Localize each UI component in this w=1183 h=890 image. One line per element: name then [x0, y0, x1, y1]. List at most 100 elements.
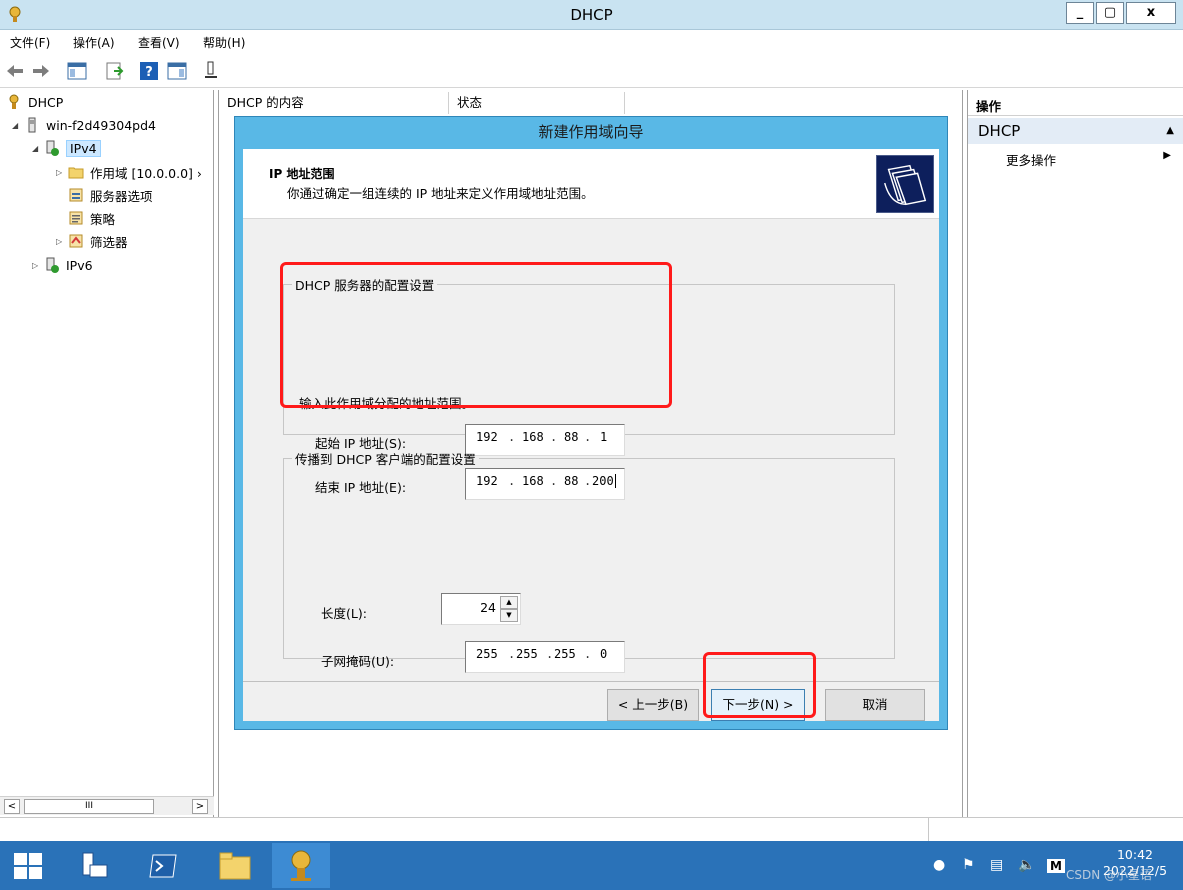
start-ip-octet-4[interactable]: 1 [600, 430, 607, 444]
subnet-mask-input[interactable]: 255 . 255 . 255 . 0 [465, 641, 625, 673]
collapse-triangle-icon[interactable]: ▲ [1166, 125, 1174, 136]
close-button[interactable]: x [1126, 2, 1176, 24]
collapsed-arrow-icon[interactable]: ▷ [56, 237, 68, 246]
svg-text:?: ? [145, 65, 153, 80]
subnet-mask-label: 子网掩码(U): [321, 654, 395, 669]
server-manager-icon [82, 852, 108, 878]
expanded-arrow-icon[interactable]: ◢ [32, 144, 44, 153]
start-ip-octet-3[interactable]: 88 [564, 430, 578, 444]
forward-arrow-icon[interactable] [30, 60, 52, 82]
mask-octet-4[interactable]: 0 [600, 647, 607, 661]
ipv6-icon [46, 257, 59, 273]
column-header-status[interactable]: 状态 [449, 92, 625, 114]
taskbar-server-manager[interactable] [66, 843, 124, 888]
console-tree: DHCP ◢ win-f2d49304pd4 ◢ IPv4 ▷ 作用域 [10.… [0, 90, 214, 817]
tree-label-ipv4: IPv4 [66, 139, 101, 157]
wizard-folders-icon [876, 155, 934, 213]
help-icon[interactable]: ? [138, 60, 160, 82]
submenu-arrow-icon: ▶ [1163, 150, 1171, 161]
expanded-arrow-icon[interactable]: ◢ [12, 121, 24, 130]
cancel-button[interactable]: 取消 [825, 689, 925, 721]
toolbar: ? [0, 54, 1183, 88]
actions-pane: 操作 DHCP ▲ 更多操作 ▶ [967, 90, 1183, 817]
wizard-title: 新建作用域向导 [538, 123, 644, 141]
actions-section-dhcp[interactable]: DHCP ▲ [968, 118, 1183, 144]
spin-down-icon[interactable]: ▼ [500, 609, 518, 622]
network-status-tray-icon[interactable]: ▤ [990, 857, 1003, 873]
show-hide-tree-icon[interactable] [66, 60, 88, 82]
server-options-icon [69, 188, 83, 202]
button-separator [243, 681, 939, 682]
tree-node-policies[interactable]: 策略 [68, 207, 115, 229]
filters-icon [69, 234, 83, 248]
tree-label-dhcp: DHCP [28, 94, 64, 110]
collapsed-arrow-icon[interactable]: ▷ [56, 168, 68, 177]
maximize-button[interactable]: ▢ [1096, 2, 1124, 24]
tree-node-server-options[interactable]: 服务器选项 [68, 184, 153, 206]
tree-label-ipv6: IPv6 [66, 257, 93, 273]
status-bar [0, 817, 1183, 842]
tree-node-filters[interactable]: ▷ 筛选器 [56, 230, 128, 252]
actions-header: 操作 [968, 92, 1183, 116]
taskbar-file-explorer[interactable] [206, 843, 264, 888]
flag-tray-icon[interactable]: ⚑ [962, 857, 975, 873]
spin-up-icon[interactable]: ▲ [500, 596, 518, 609]
scroll-right-icon[interactable]: > [192, 799, 208, 814]
highlight-next-button [703, 652, 816, 718]
back-arrow-icon[interactable] [4, 60, 26, 82]
length-spinner[interactable]: 24 ▲ ▼ [441, 593, 521, 625]
dhcp-taskbar-icon [291, 850, 311, 881]
taskbar: ● ⚑ ▤ 🔈 M 10:42 2022/12/5 CSDN @小星语 [0, 841, 1183, 890]
menu-view[interactable]: 查看(V) [138, 34, 180, 51]
input-method-tray-icon[interactable]: M [1047, 859, 1065, 873]
length-label: 长度(L): [321, 606, 367, 621]
windows-start-icon[interactable] [14, 853, 42, 879]
wizard-body: IP 地址范围 你通过确定一组连续的 IP 地址来定义作用域地址范围。 DHCP… [243, 149, 939, 721]
length-value[interactable]: 24 [480, 600, 496, 615]
tree-label-server-options: 服务器选项 [90, 188, 153, 204]
new-scope-wizard-dialog: 新建作用域向导 IP 地址范围 你通过确定一组连续的 IP 地址来定义作用域地址… [234, 116, 948, 730]
more-actions-item[interactable]: 更多操作 [1006, 150, 1056, 169]
tree-horizontal-scrollbar[interactable]: < III > [0, 796, 214, 815]
dhcp-icon [9, 94, 19, 109]
tree-node-ipv4[interactable]: ◢ IPv4 [32, 137, 101, 159]
tree-node-scope[interactable]: ▷ 作用域 [10.0.0.0] › [56, 161, 202, 183]
server-icon [28, 117, 36, 133]
taskbar-dhcp[interactable] [272, 843, 330, 888]
menu-help[interactable]: 帮助(H) [203, 34, 245, 51]
scroll-left-icon[interactable]: < [4, 799, 20, 814]
client-config-legend: 传播到 DHCP 客户端的配置设置 [295, 452, 476, 467]
server-plug-icon[interactable] [200, 60, 222, 82]
show-action-pane-icon[interactable] [166, 60, 188, 82]
volume-muted-tray-icon[interactable]: 🔈 [1018, 857, 1035, 873]
minimize-button[interactable]: _ [1066, 2, 1094, 24]
network-tray-icon[interactable]: ● [933, 857, 945, 873]
tree-node-ipv6[interactable]: ▷ IPv6 [32, 254, 93, 276]
scroll-thumb[interactable]: III [24, 799, 154, 814]
highlight-ip-range [280, 262, 672, 408]
tree-node-server[interactable]: ◢ win-f2d49304pd4 [12, 114, 156, 136]
menu-bar: 文件(F) 操作(A) 查看(V) 帮助(H) [0, 30, 1183, 54]
status-divider [928, 818, 929, 842]
menu-action[interactable]: 操作(A) [73, 34, 115, 51]
mask-octet-1[interactable]: 255 [476, 647, 498, 661]
wizard-subheading: 你通过确定一组连续的 IP 地址来定义作用域地址范围。 [287, 186, 594, 201]
file-explorer-icon [219, 852, 251, 880]
powershell-icon [149, 854, 177, 878]
mask-octet-3[interactable]: 255 [554, 647, 576, 661]
title-bar: DHCP _ ▢ x [0, 0, 1183, 30]
window-title: DHCP [570, 6, 613, 24]
start-ip-octet-1[interactable]: 192 [476, 430, 498, 444]
taskbar-powershell[interactable] [134, 843, 192, 888]
tree-label-server: win-f2d49304pd4 [46, 117, 157, 133]
start-ip-octet-2[interactable]: 168 [522, 430, 544, 444]
back-button[interactable]: < 上一步(B) [607, 689, 699, 721]
collapsed-arrow-icon[interactable]: ▷ [32, 261, 44, 270]
mask-octet-2[interactable]: 255 [516, 647, 538, 661]
clock-time: 10:42 [1116, 847, 1154, 862]
tree-label-scope: 作用域 [10.0.0.0] › [90, 165, 202, 181]
export-list-icon[interactable] [104, 60, 126, 82]
tree-node-dhcp[interactable]: DHCP [6, 91, 63, 113]
menu-file[interactable]: 文件(F) [10, 34, 50, 51]
column-header-contents[interactable]: DHCP 的内容 [219, 92, 449, 114]
